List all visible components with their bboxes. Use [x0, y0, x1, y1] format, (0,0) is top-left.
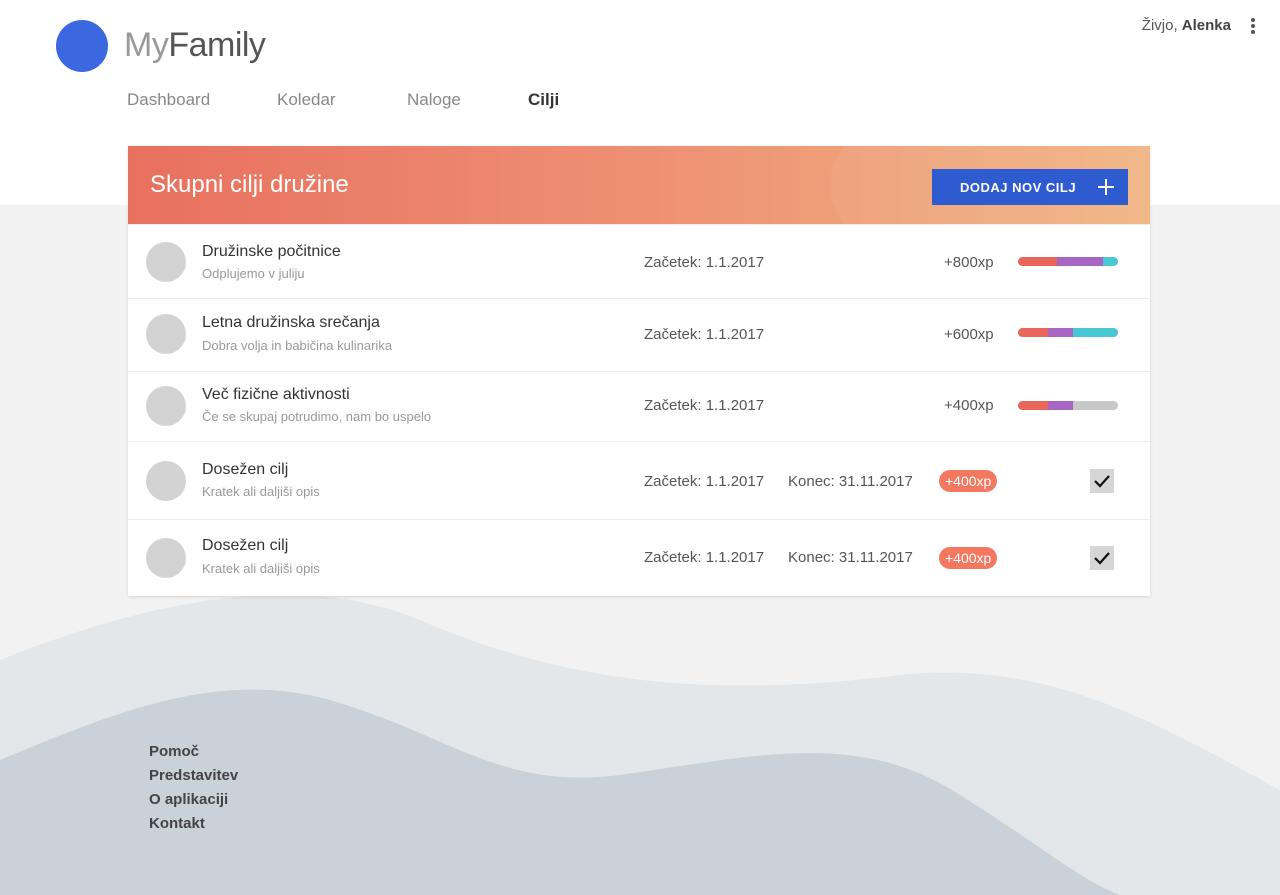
xp-badge: +400xp [939, 547, 998, 569]
goal-subtitle: Če se skupaj potrudimo, nam bo uspelo [202, 409, 432, 424]
progress-segment [1073, 328, 1118, 337]
tab-cilji[interactable]: Cilji [528, 90, 559, 110]
goal-title: Letna družinska srečanja [202, 314, 380, 331]
user-name: Alenka [1181, 17, 1231, 34]
goal-avatar [146, 242, 186, 282]
goal-subtitle: Dobra volja in babičina kulinarika [202, 338, 393, 353]
footer-link-contact[interactable]: Kontakt [149, 812, 238, 836]
goal-subtitle: Kratek ali daljiši opis [202, 484, 320, 499]
goal-progress-bar [1018, 328, 1118, 337]
goals-card-header: Skupni cilji družine DODAJ NOV CILJ [128, 146, 1150, 224]
goal-avatar [146, 538, 186, 578]
more-menu-icon[interactable] [1246, 16, 1260, 36]
goal-avatar [146, 386, 186, 426]
goal-start-date: Začetek: 1.1.2017 [644, 473, 765, 490]
footer-link-intro[interactable]: Predstavitev [149, 764, 238, 788]
achieved-checkbox[interactable] [1090, 469, 1114, 493]
progress-segment [1048, 328, 1073, 337]
tab-koledar[interactable]: Koledar [277, 90, 336, 110]
goal-row[interactable]: Družinske počitnice Odplujemo v juliju Z… [128, 224, 1150, 298]
progress-segment [1018, 401, 1048, 410]
goal-start-date: Začetek: 1.1.2017 [644, 549, 765, 566]
check-icon [1094, 475, 1110, 488]
progress-segment [1018, 328, 1048, 337]
goal-title: Več fizične aktivnosti [202, 386, 350, 403]
goal-start-date: Začetek: 1.1.2017 [644, 397, 765, 414]
progress-segment [1018, 257, 1057, 266]
achieved-checkbox[interactable] [1090, 546, 1114, 570]
brand-name[interactable]: MyFamily [124, 26, 266, 65]
goal-title: Družinske počitnice [202, 243, 341, 260]
add-goal-label: DODAJ NOV CILJ [960, 179, 1077, 195]
user-greeting: Živjo, Alenka [1142, 17, 1231, 34]
brand-suffix: Family [168, 26, 266, 64]
footer-links: Pomoč Predstavitev O aplikaciji Kontakt [149, 740, 238, 836]
goal-row[interactable]: Več fizične aktivnosti Če se skupaj potr… [128, 371, 1150, 441]
logo[interactable] [56, 20, 108, 72]
goal-start-date: Začetek: 1.1.2017 [644, 326, 765, 343]
goal-progress-bar [1018, 257, 1118, 266]
goal-row[interactable]: Letna družinska srečanja Dobra volja in … [128, 298, 1150, 371]
footer-link-about[interactable]: O aplikaciji [149, 788, 238, 812]
greeting-text: Živjo, [1141, 17, 1178, 34]
goals-card-title: Skupni cilji družine [150, 171, 349, 198]
add-goal-button[interactable]: DODAJ NOV CILJ [932, 169, 1128, 205]
goal-subtitle: Kratek ali daljiši opis [202, 561, 320, 576]
xp-badge: +400xp [939, 470, 998, 492]
goal-xp: +400xp [944, 397, 994, 414]
plus-icon [1098, 179, 1114, 195]
goal-progress-bar [1018, 401, 1118, 410]
goal-end-date: Konec: 31.11.2017 [788, 549, 913, 566]
goal-title: Dosežen cilj [202, 461, 289, 478]
goals-card: Skupni cilji družine DODAJ NOV CILJ Druž… [128, 146, 1150, 596]
progress-segment [1048, 401, 1073, 410]
goal-title: Dosežen cilj [202, 537, 289, 554]
achieved-goal-row[interactable]: Dosežen cilj Kratek ali daljiši opis Zač… [128, 441, 1150, 519]
progress-segment [1103, 257, 1118, 266]
tab-naloge[interactable]: Naloge [407, 90, 461, 110]
goal-xp: +800xp [944, 254, 994, 271]
brand-prefix: My [124, 26, 169, 64]
goal-avatar [146, 461, 186, 501]
achieved-goal-row[interactable]: Dosežen cilj Kratek ali daljiši opis Zač… [128, 519, 1150, 596]
footer-waves [0, 594, 1280, 895]
goal-xp: +600xp [944, 326, 994, 343]
goal-start-date: Začetek: 1.1.2017 [644, 254, 765, 271]
progress-segment [1057, 257, 1103, 266]
goal-end-date: Konec: 31.11.2017 [788, 473, 913, 490]
check-icon [1094, 552, 1110, 565]
footer-link-help[interactable]: Pomoč [149, 740, 238, 764]
goal-subtitle: Odplujemo v juliju [202, 266, 305, 281]
goal-avatar [146, 314, 186, 354]
tab-dashboard[interactable]: Dashboard [127, 90, 210, 110]
